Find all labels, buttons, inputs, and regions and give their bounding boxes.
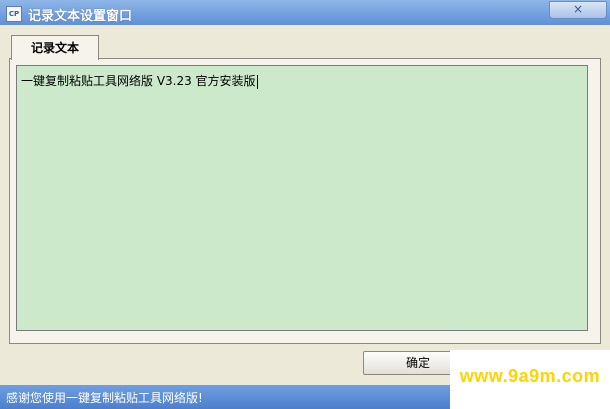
editor-text: 一键复制粘贴工具网络版 V3.23 官方安装版	[21, 74, 256, 88]
text-caret	[256, 74, 258, 89]
window-title: 记录文本设置窗口	[28, 9, 133, 24]
app-icon: CP	[6, 6, 22, 22]
record-text-editor[interactable]: 一键复制粘贴工具网络版 V3.23 官方安装版	[16, 65, 588, 331]
watermark-text: www.9a9m.com	[459, 366, 601, 386]
status-text: 感谢您使用一键复制粘贴工具网络版!	[6, 391, 203, 405]
tab-record-text[interactable]: 记录文本	[11, 35, 99, 60]
tab-panel: 一键复制粘贴工具网络版 V3.23 官方安装版	[9, 58, 601, 344]
watermark: www.9a9m.com	[450, 350, 610, 409]
record-text-settings-window: CP 记录文本设置窗口 × 记录文本 一键复制粘贴工具网络版 V3.23 官方安…	[0, 0, 610, 409]
window-content: 记录文本 一键复制粘贴工具网络版 V3.23 官方安装版 确定	[0, 25, 610, 385]
title-bar[interactable]: CP 记录文本设置窗口 ×	[0, 0, 610, 25]
close-icon[interactable]: ×	[549, 1, 607, 19]
